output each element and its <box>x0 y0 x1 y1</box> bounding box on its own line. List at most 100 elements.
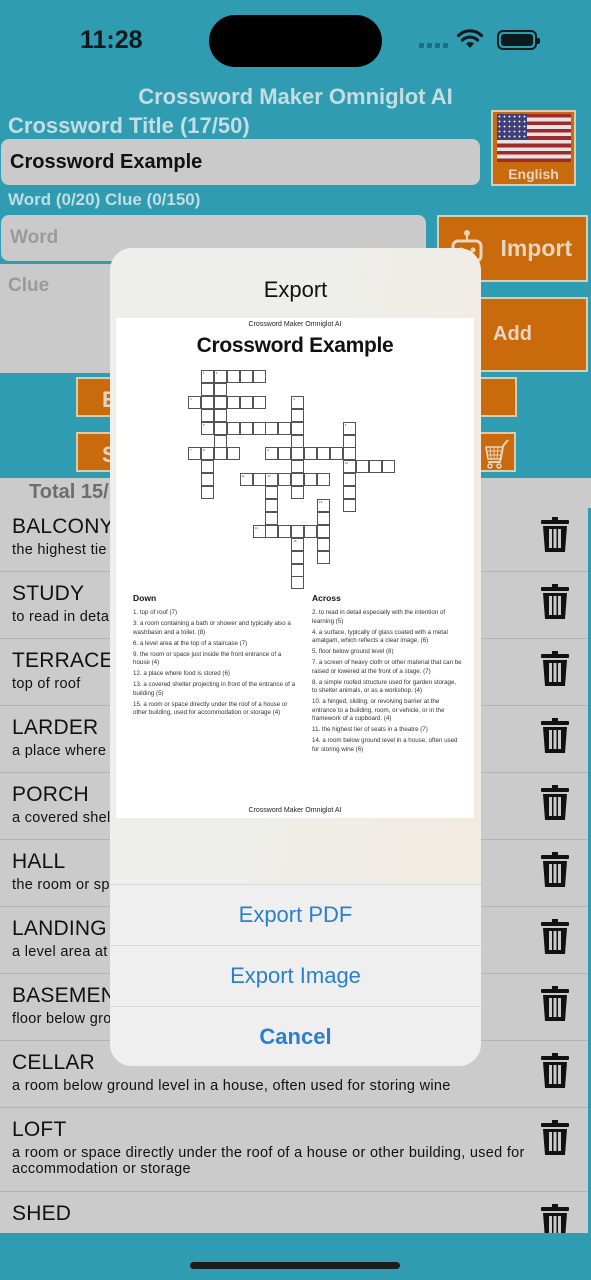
grid-cell: 3 <box>188 395 201 409</box>
grid-cell <box>213 421 227 435</box>
grid-cell <box>200 473 214 487</box>
grid-cell <box>381 460 395 474</box>
grid-cell <box>291 550 305 564</box>
grid-cell <box>278 447 292 461</box>
grid-cell <box>368 460 382 474</box>
grid-cell <box>291 524 305 538</box>
grid-cell <box>317 537 330 551</box>
grid-cell <box>265 486 279 500</box>
grid-cell <box>213 382 227 396</box>
grid-cell <box>317 447 330 461</box>
grid-cell: 4 <box>291 395 305 409</box>
grid-cell <box>265 511 279 525</box>
grid-cell <box>252 473 266 487</box>
grid-cell: 5 <box>200 421 214 435</box>
across-clue: 11. the highest tier of seats in a theat… <box>312 726 428 734</box>
grid-cell <box>342 447 356 461</box>
grid-cell <box>252 395 266 409</box>
grid-cell <box>213 408 227 422</box>
down-clues: 1. top of roof (7) 3. a room containing a… <box>133 609 298 720</box>
grid-cell <box>252 370 266 383</box>
across-clue: 2. to read in detail especially with the… <box>312 609 446 625</box>
export-dialog: Export Crossword Maker Omniglot AI Cross… <box>110 248 481 1066</box>
grid-cell <box>291 434 305 448</box>
grid-cell <box>200 382 214 396</box>
grid-cell: 8 <box>200 447 214 461</box>
cancel-button[interactable]: Cancel <box>110 1006 481 1066</box>
grid-cell <box>329 447 343 461</box>
across-clue: 5. floor below ground level (8) <box>312 648 394 656</box>
down-clue: 15. a room or space directly under the r… <box>133 700 288 717</box>
grid-cell <box>317 524 330 538</box>
dialog-actions: Export PDF Export Image Cancel <box>110 884 481 1066</box>
down-clue: 13. a covered shelter projecting in fron… <box>133 681 296 697</box>
down-clue: 6. a level area at the top of a staircas… <box>133 639 248 647</box>
across-clue: 8. a simple roofed structure used for ga… <box>312 678 457 695</box>
grid-cell <box>278 524 292 538</box>
grid-cell <box>342 486 356 500</box>
grid-cell <box>291 447 305 461</box>
grid-cell <box>226 395 240 409</box>
grid-cell <box>291 408 305 422</box>
grid-cell <box>304 447 318 461</box>
grid-cell <box>226 447 240 461</box>
grid-cell: 15 <box>291 537 305 551</box>
across-clue: 4. a surface, typically of glass coated … <box>312 628 448 645</box>
preview-app-name: Crossword Maker Omniglot AI <box>248 321 342 328</box>
grid-cell <box>200 408 214 422</box>
grid-cell <box>265 499 279 512</box>
grid-cell <box>200 460 214 474</box>
across-clue: 10. a hinged, sliding, or revolving barr… <box>312 698 445 723</box>
across-clues: 2. to read in detail especially with the… <box>312 609 462 757</box>
across-clue: 14. a room below ground level in a house… <box>312 737 458 754</box>
dialog-title: Export <box>263 277 328 302</box>
grid-cell <box>291 460 305 474</box>
grid-cell <box>239 421 253 435</box>
preview-title: Crossword Example <box>196 334 394 357</box>
grid-cell: 12 <box>265 473 279 487</box>
grid-cell <box>239 395 253 409</box>
grid-cell: 7 <box>188 447 201 461</box>
grid-cell <box>200 486 214 500</box>
down-clue: 3. a room containing a bath or shower an… <box>133 619 291 636</box>
grid-cell <box>317 473 330 487</box>
grid-cell <box>342 434 356 448</box>
grid-cell <box>213 447 227 461</box>
grid-cell: 6 <box>342 421 356 435</box>
preview-footer: Crossword Maker Omniglot AI <box>248 807 342 814</box>
grid-cell <box>278 473 292 487</box>
crossword-preview: Crossword Maker Omniglot AI Crossword Ex… <box>116 318 474 818</box>
down-clue: 1. top of roof (7) <box>133 609 178 616</box>
grid-cell <box>213 395 227 409</box>
grid-cell <box>291 563 305 577</box>
grid-cell <box>265 421 279 435</box>
grid-cell: 13 <box>317 499 330 512</box>
grid-cell <box>342 473 356 487</box>
export-image-button[interactable]: Export Image <box>110 945 481 1006</box>
grid-cell <box>355 460 369 474</box>
grid-cell: 9 <box>265 447 279 461</box>
grid-cell <box>317 511 330 525</box>
grid-cell <box>278 421 292 435</box>
grid-cell <box>252 421 266 435</box>
down-clue: 9. the room or space just inside the fro… <box>133 650 282 667</box>
grid-cell: 2 <box>213 370 227 383</box>
grid-cell <box>226 421 240 435</box>
down-clue: 12. a place where food is stored (6) <box>133 670 230 678</box>
grid-cell <box>317 550 330 564</box>
export-pdf-button[interactable]: Export PDF <box>110 884 481 945</box>
grid-cell: 14 <box>252 524 266 538</box>
grid-cell <box>342 499 356 512</box>
grid-cell <box>226 370 240 383</box>
grid-cell <box>291 576 305 590</box>
grid-cell <box>265 524 279 538</box>
grid-cell <box>200 395 214 409</box>
across-clue: 7. a screen of heavy cloth or other mate… <box>312 659 462 675</box>
grid-cell <box>304 473 318 487</box>
grid-cell: 11 <box>239 473 253 487</box>
grid-cell <box>239 370 253 383</box>
grid-cell: 1 <box>200 370 214 383</box>
grid-cell <box>291 421 305 435</box>
grid-cell <box>304 524 318 538</box>
grid-cell <box>213 434 227 448</box>
